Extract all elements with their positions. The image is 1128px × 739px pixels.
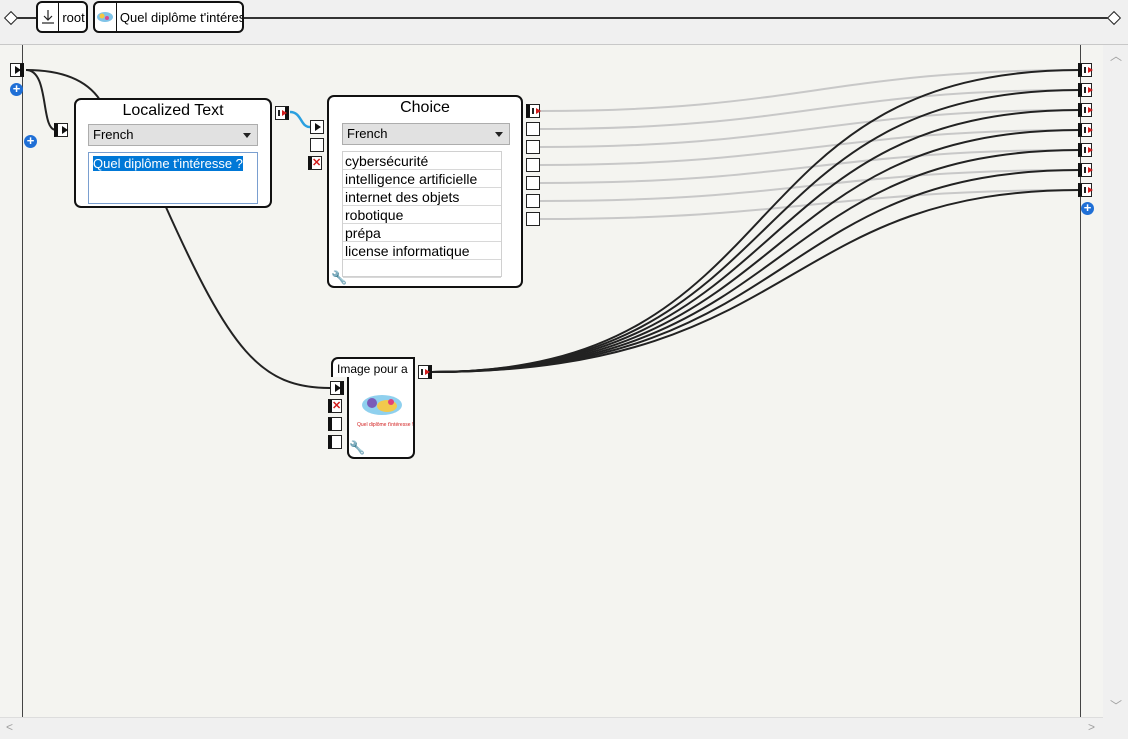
output-rail-port[interactable] bbox=[1078, 103, 1093, 117]
choice-stop-port[interactable]: ✕ bbox=[308, 156, 322, 170]
choice-output-port[interactable] bbox=[526, 194, 540, 208]
selected-wire bbox=[289, 110, 311, 129]
chevron-down-icon bbox=[243, 133, 251, 138]
wrench-icon[interactable]: 🔧 bbox=[349, 440, 365, 456]
choice-output-port[interactable] bbox=[526, 122, 540, 136]
localized-text-field[interactable]: Quel diplôme t'intéresse ? bbox=[88, 152, 258, 204]
chevron-down-icon bbox=[495, 132, 503, 137]
choice-item[interactable]: intelligence artificielle bbox=[343, 170, 501, 188]
choice-input-port-play[interactable] bbox=[310, 120, 324, 134]
choice-item[interactable]: license informatique bbox=[343, 242, 501, 260]
localized-text-value: Quel diplôme t'intéresse ? bbox=[93, 156, 243, 171]
image-output-port[interactable] bbox=[418, 365, 432, 379]
localized-text-input-port[interactable] bbox=[54, 123, 68, 137]
choice-item[interactable] bbox=[343, 260, 501, 278]
localized-text-language-value: French bbox=[93, 127, 134, 142]
localized-text-output-port[interactable] bbox=[275, 106, 289, 120]
localized-text-box[interactable]: Localized Text French Quel diplôme t'int… bbox=[74, 98, 272, 208]
output-rail-port[interactable] bbox=[1078, 143, 1093, 157]
localized-text-language-select[interactable]: French bbox=[88, 124, 258, 146]
choice-title: Choice bbox=[400, 99, 450, 116]
start-input-port[interactable] bbox=[10, 63, 24, 77]
add-output-plus-icon[interactable]: + bbox=[1081, 201, 1094, 215]
image-caption: Quel diplôme t'intéresse ! bbox=[357, 422, 414, 428]
choice-output-port[interactable] bbox=[526, 158, 540, 172]
image-title: Image pour a bbox=[331, 357, 415, 377]
choice-language-select[interactable]: French bbox=[342, 123, 510, 145]
choice-output-port[interactable] bbox=[526, 176, 540, 190]
output-rail-port[interactable] bbox=[1078, 123, 1093, 137]
image-input-port[interactable] bbox=[328, 417, 342, 431]
choice-output-port[interactable] bbox=[526, 212, 540, 226]
output-rail-port[interactable] bbox=[1078, 163, 1093, 177]
output-rail-port[interactable] bbox=[1078, 183, 1093, 197]
image-stop-port[interactable]: ✕ bbox=[328, 399, 342, 413]
choice-item[interactable]: robotique bbox=[343, 206, 501, 224]
output-rail-port[interactable] bbox=[1078, 63, 1093, 77]
choice-box[interactable]: Choice French cybersécurité intelligence… bbox=[327, 95, 523, 288]
image-thumbnail bbox=[362, 395, 402, 415]
image-input-port-play[interactable] bbox=[330, 381, 344, 395]
choice-output-port[interactable] bbox=[526, 140, 540, 154]
image-input-port[interactable] bbox=[328, 435, 342, 449]
wrench-icon[interactable]: 🔧 bbox=[331, 270, 347, 286]
choice-item[interactable]: internet des objets bbox=[343, 188, 501, 206]
localized-text-title: Localized Text bbox=[122, 102, 224, 119]
add-input-plus-icon-2[interactable]: + bbox=[24, 134, 37, 148]
inactive-wires bbox=[539, 69, 1081, 220]
choice-input-port[interactable] bbox=[310, 138, 324, 152]
choice-output-port[interactable] bbox=[526, 104, 541, 118]
choice-list[interactable]: cybersécurité intelligence artificielle … bbox=[342, 151, 502, 278]
choice-language-value: French bbox=[347, 126, 388, 141]
choice-item[interactable]: prépa bbox=[343, 224, 501, 242]
choice-item[interactable]: cybersécurité bbox=[343, 152, 501, 170]
add-input-plus-icon[interactable]: + bbox=[10, 82, 23, 96]
output-rail-port[interactable] bbox=[1078, 83, 1093, 97]
